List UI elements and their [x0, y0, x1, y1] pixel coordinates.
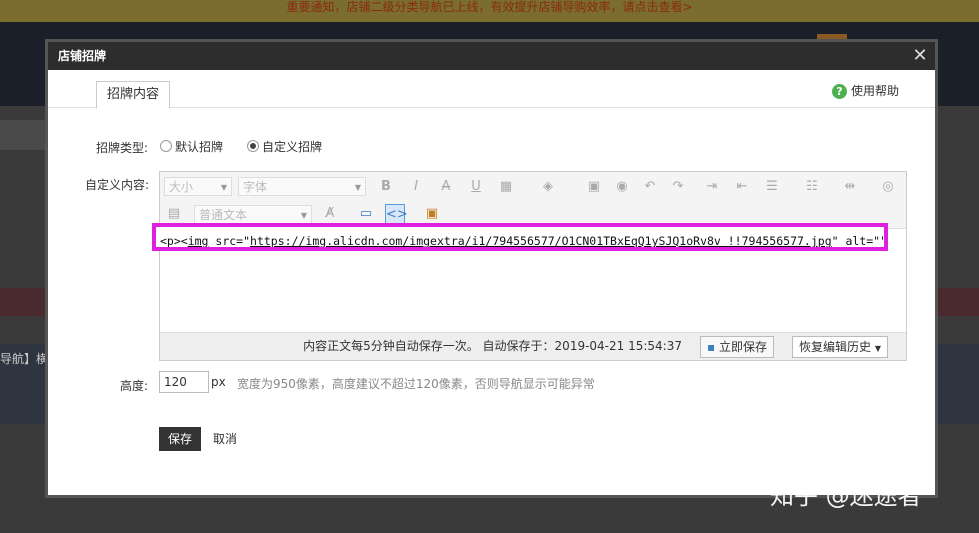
save-now-label: 立即保存 — [718, 340, 767, 354]
editor-status-bar: 内容正文每5分钟自动保存一次。 自动保存于：2019-04-21 15:54:3… — [160, 332, 906, 360]
rich-text-editor: 大小 ▼ 字体 ▼ B I A U ▦ ◈ ▣ ◉ ↶ ↷ ⇥ ⇤ ☰ ☷ ⇹ ◎ … — [152, 171, 907, 361]
help-label: 使用帮助 — [850, 84, 899, 98]
background-nav-text: 导航】横 — [0, 352, 49, 366]
restore-history-dropdown[interactable]: 恢复编辑历史 ▼ — [792, 336, 888, 358]
custom-content-label: 自定义内容: — [85, 178, 150, 192]
bullet-list-icon[interactable]: ☰ — [762, 177, 782, 197]
save-icon: ▪ — [707, 340, 716, 354]
italic-icon[interactable]: I — [406, 177, 426, 197]
paragraph-format-placeholder: 普通文本 — [199, 208, 248, 222]
radio-default-signboard[interactable]: 默认招牌 — [160, 138, 223, 155]
highlight-color-icon[interactable]: ◈ — [538, 177, 558, 197]
undo-icon[interactable]: ↶ — [640, 177, 660, 197]
radio-custom-signboard[interactable]: 自定义招牌 — [247, 138, 322, 155]
clear-format-icon[interactable]: A̸ — [320, 204, 340, 224]
code-image-url: https://img.alicdn.com/imgextra/i1/79455… — [250, 234, 832, 248]
paragraph-format-select[interactable]: 普通文本 ▼ — [194, 205, 312, 224]
horizontal-rule-icon[interactable]: ⇹ — [840, 177, 860, 197]
radio-custom-icon[interactable] — [247, 140, 259, 152]
help-icon: ? — [831, 83, 847, 99]
image-icon[interactable]: ▣ — [584, 177, 604, 197]
zhihu-watermark: 知乎 @迷途者 — [770, 482, 922, 510]
bold-icon[interactable]: B — [376, 177, 396, 197]
height-label: 高度: — [120, 379, 149, 393]
cancel-button[interactable]: 取消 — [213, 427, 237, 451]
emoji-icon[interactable]: ◉ — [612, 177, 632, 197]
font-size-select[interactable]: 大小 ▼ — [164, 177, 232, 196]
caret-down-icon: ▼ — [874, 344, 881, 353]
save-now-button[interactable]: ▪ 立即保存 — [700, 336, 774, 358]
restore-history-label: 恢复编辑历史 — [799, 340, 872, 354]
template-icon[interactable]: ▣ — [422, 204, 442, 224]
editor-content-area[interactable]: <p><img src="https://img.alicdn.com/imge… — [152, 223, 906, 331]
preview-icon[interactable]: ◎ — [878, 177, 898, 197]
radio-default-label: 默认招牌 — [175, 140, 224, 154]
code-src-attr: src=" — [208, 234, 251, 248]
dialog-tabs: 招牌内容 ? 使用帮助 — [48, 70, 935, 109]
table-icon[interactable]: ▤ — [164, 204, 184, 224]
font-size-placeholder: 大小 — [169, 180, 194, 194]
height-hint: 宽度为950像素，高度建议不超过120像素，否则导航显示可能异常 — [237, 377, 595, 391]
radio-custom-label: 自定义招牌 — [262, 140, 323, 154]
fullscreen-icon[interactable]: ▭ — [356, 204, 376, 224]
background-select — [0, 120, 48, 150]
autosave-status: 内容正文每5分钟自动保存一次。 自动保存于：2019-04-21 15:54:3… — [303, 339, 682, 353]
signboard-type-label: 招牌类型: — [96, 141, 149, 155]
close-icon[interactable]: ✕ — [909, 42, 931, 70]
background-notice: 重要通知，店铺二级分类导航已上线，有效提升店铺导购效率，请点击查看> — [0, 0, 979, 22]
height-input[interactable]: 120 — [159, 371, 209, 393]
save-button[interactable]: 保存 — [159, 427, 202, 451]
indent-icon[interactable]: ⇥ — [702, 177, 722, 197]
help-link[interactable]: ? 使用帮助 — [831, 82, 899, 100]
height-unit: px — [211, 375, 226, 389]
html-source-code[interactable]: <p><img src="https://img.alicdn.com/imge… — [152, 223, 888, 251]
outdent-icon[interactable]: ⇤ — [732, 177, 752, 197]
numbered-list-icon[interactable]: ☷ — [802, 177, 822, 197]
chevron-down-icon: ▼ — [354, 183, 361, 192]
radio-default-icon[interactable] — [160, 140, 172, 152]
underline-icon[interactable]: U — [466, 177, 486, 197]
code-suffix: " alt="" /> </p> — [831, 234, 888, 248]
font-family-select[interactable]: 字体 ▼ — [238, 177, 366, 196]
code-img-tag: img — [187, 234, 209, 248]
dialog-header: 店铺招牌 ✕ — [48, 42, 935, 70]
strikethrough-icon[interactable]: A — [436, 177, 456, 197]
font-family-placeholder: 字体 — [243, 180, 268, 194]
editor-toolbar: 大小 ▼ 字体 ▼ B I A U ▦ ◈ ▣ ◉ ↶ ↷ ⇥ ⇤ ☰ ☷ ⇹ ◎ … — [160, 172, 906, 229]
redo-icon[interactable]: ↷ — [668, 177, 688, 197]
tab-signboard-content[interactable]: 招牌内容 — [96, 81, 171, 109]
chevron-down-icon: ▼ — [220, 183, 227, 192]
signboard-dialog: 店铺招牌 ✕ 招牌内容 ? 使用帮助 招牌类型: 默认招牌 自定义招牌 自定义内… — [48, 42, 935, 495]
dialog-title: 店铺招牌 — [58, 49, 107, 63]
source-code-icon[interactable]: <> — [385, 204, 408, 224]
code-prefix: <p>< — [160, 234, 188, 248]
text-color-icon[interactable]: ▦ — [496, 177, 516, 197]
